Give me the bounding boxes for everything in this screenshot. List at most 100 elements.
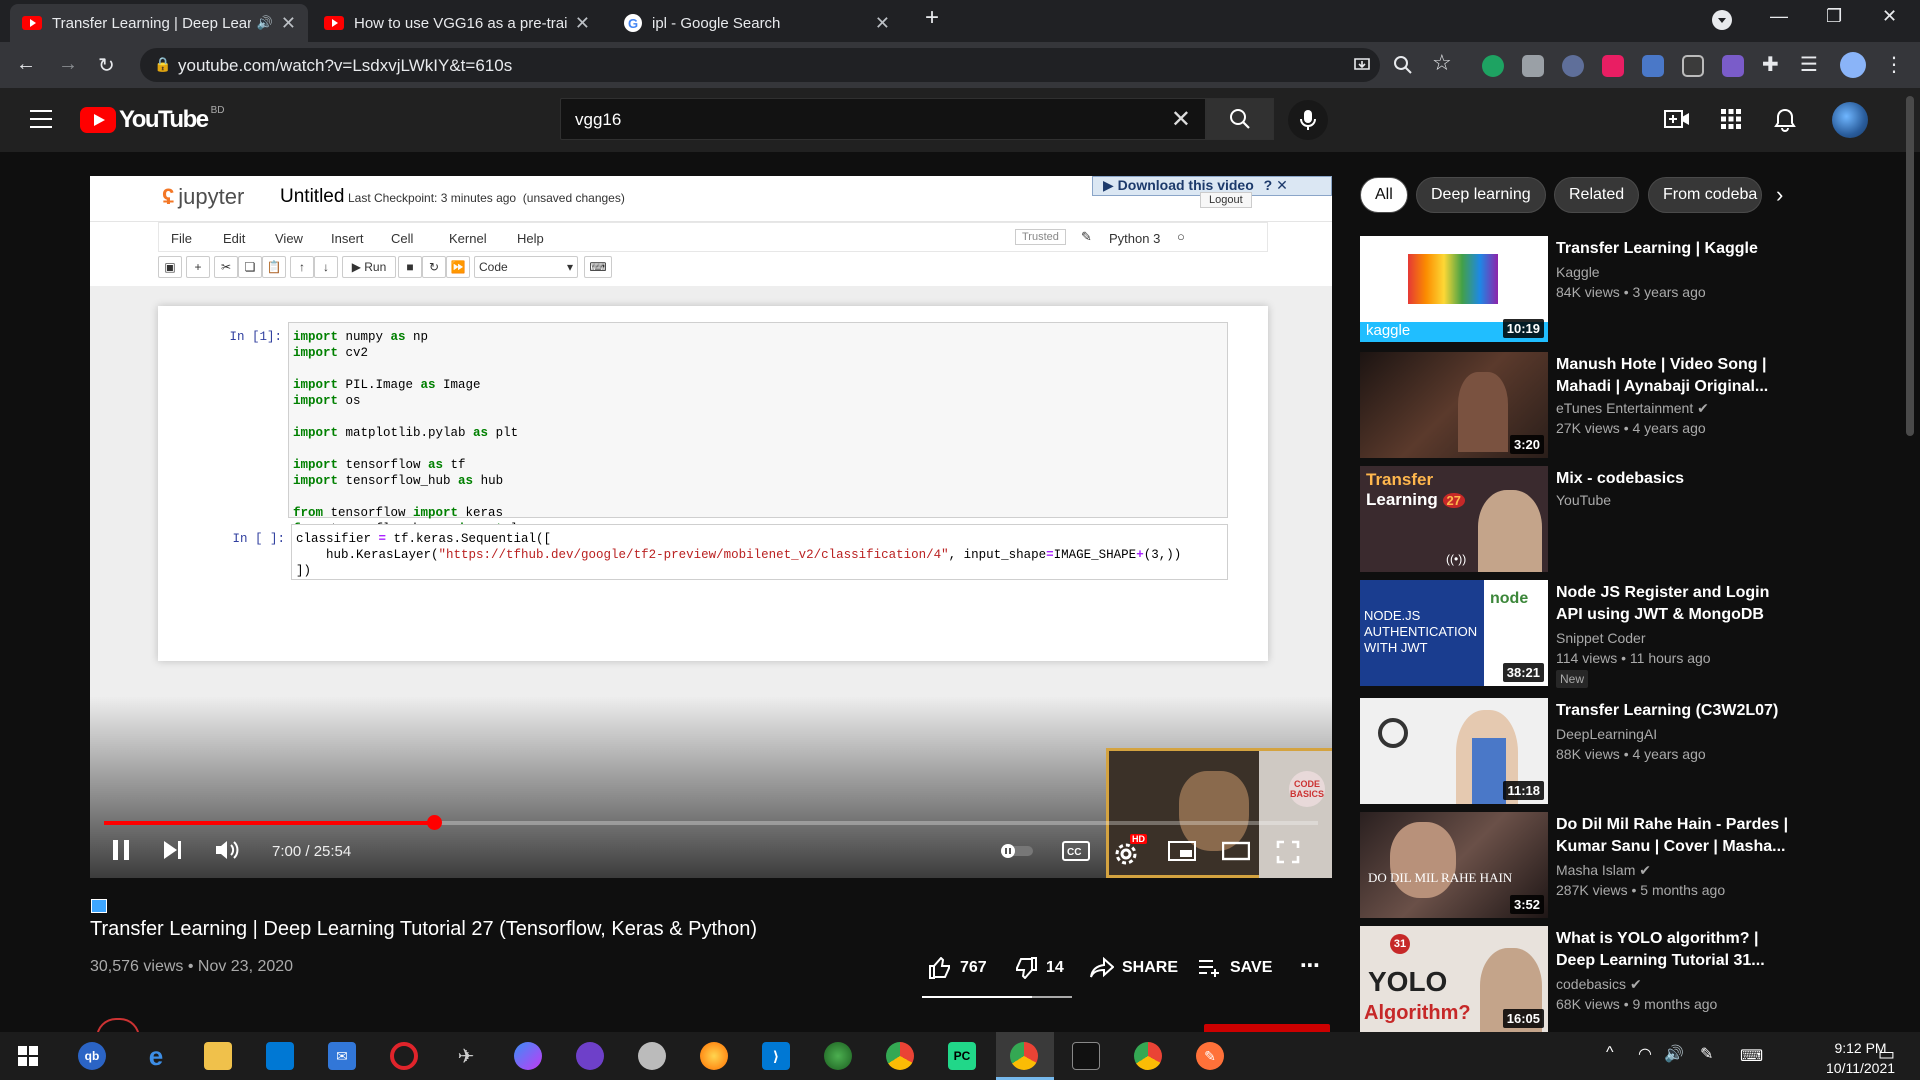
recommendation-item[interactable]: Transfer Learning 27 ((•)) Mix - codebasi… — [1360, 466, 1880, 574]
volume-icon[interactable] — [214, 838, 240, 862]
address-bar[interactable]: 🔒 youtube.com/watch?v=LsdxvjLWkIY&t=610s — [140, 48, 1380, 82]
autoplay-toggle-icon[interactable] — [1000, 844, 1034, 858]
chrome-icon[interactable] — [1010, 1042, 1038, 1070]
chrome-icon[interactable] — [1134, 1042, 1162, 1070]
back-icon[interactable]: ← — [16, 53, 36, 76]
app-icon[interactable]: ✈ — [452, 1042, 480, 1070]
recommendation-item[interactable]: 3:20 Manush Hote | Video Song | Mahadi |… — [1360, 352, 1880, 460]
search-input[interactable]: vgg16 ✕ — [560, 98, 1206, 140]
clear-search-icon[interactable]: ✕ — [1171, 105, 1191, 134]
restore-icon[interactable]: ❐ — [1826, 6, 1842, 27]
action-center-icon[interactable]: ▭ — [1878, 1044, 1895, 1065]
recommendation-item[interactable]: DO DIL MIL RAHE HAIN 3:52 Do Dil Mil Rah… — [1360, 812, 1880, 920]
fullscreen-icon[interactable] — [1276, 840, 1300, 864]
recommendation-item[interactable]: 31 YOLO Algorithm? 16:05 What is YOLO al… — [1360, 926, 1880, 1034]
channel-name[interactable]: eTunes Entertainment ✔ — [1556, 400, 1709, 417]
video-thumbnail[interactable]: 31 YOLO Algorithm? 16:05 — [1360, 926, 1548, 1032]
install-icon[interactable] — [1352, 56, 1372, 74]
reading-list-icon[interactable]: ☰ — [1800, 52, 1818, 77]
tab-search-icon[interactable] — [1712, 10, 1732, 30]
volume-tray-icon[interactable]: 🔊 — [1664, 1044, 1684, 1064]
dislike-button[interactable]: 14 — [1014, 957, 1064, 979]
chrome-menu-icon[interactable]: ⋮ — [1884, 52, 1904, 77]
video-thumbnail[interactable]: DO DIL MIL RAHE HAIN 3:52 — [1360, 812, 1548, 918]
channel-name[interactable]: Masha Islam ✔ — [1556, 862, 1651, 879]
video-thumbnail[interactable]: Transfer Learning 27 ((•)) — [1360, 466, 1548, 572]
chip-all[interactable]: All — [1360, 177, 1408, 213]
help-icon[interactable]: ? — [1264, 177, 1273, 193]
app-icon[interactable] — [824, 1042, 852, 1070]
extension-icon[interactable] — [1562, 55, 1584, 77]
like-button[interactable]: 767 — [928, 957, 987, 979]
bookmark-star-icon[interactable]: ☆ — [1432, 50, 1452, 76]
zoom-icon[interactable] — [1393, 55, 1413, 75]
channel-name[interactable]: YouTube — [1556, 492, 1611, 508]
video-thumbnail[interactable]: NODE.JS AUTHENTICATION WITH JWT node 38:21 — [1360, 580, 1548, 686]
channel-name[interactable]: Snippet Coder — [1556, 630, 1646, 646]
notifications-bell-icon[interactable] — [1774, 108, 1796, 132]
create-video-icon[interactable] — [1664, 108, 1690, 130]
close-tab-icon[interactable]: ✕ — [575, 13, 590, 34]
video-progress-bar[interactable] — [104, 815, 1318, 830]
minimize-icon[interactable]: — — [1770, 6, 1788, 27]
profile-avatar[interactable] — [1840, 52, 1866, 78]
chip-deep-learning[interactable]: Deep learning — [1416, 177, 1546, 213]
camera-extension-icon[interactable] — [1522, 55, 1544, 77]
mail-icon[interactable]: ✉ — [328, 1042, 356, 1070]
more-actions-icon[interactable]: ⋯ — [1300, 953, 1320, 978]
new-tab-icon[interactable]: + — [925, 4, 939, 32]
lock-icon[interactable]: 🔒 — [154, 56, 171, 73]
windows-start-icon[interactable] — [18, 1046, 38, 1066]
firefox-icon[interactable] — [700, 1042, 728, 1070]
video-thumbnail[interactable]: kaggle 10:19 — [1360, 236, 1548, 342]
reload-icon[interactable]: ↻ — [98, 53, 115, 78]
channel-name[interactable]: Kaggle — [1556, 264, 1600, 280]
youtube-logo[interactable]: YouTube BD — [80, 105, 225, 134]
pycharm-icon[interactable]: PC — [948, 1042, 976, 1070]
audio-playing-icon[interactable]: 🔊 — [257, 15, 273, 31]
close-tab-icon[interactable]: ✕ — [875, 13, 890, 34]
opera-icon[interactable] — [390, 1042, 418, 1070]
theater-mode-icon[interactable] — [1222, 840, 1250, 862]
file-explorer-icon[interactable] — [204, 1042, 232, 1070]
save-button[interactable]: SAVE — [1198, 957, 1272, 979]
github-icon[interactable] — [576, 1042, 604, 1070]
tab-vgg16[interactable]: How to use VGG16 as a pre-train ✕ — [312, 4, 602, 42]
apps-grid-icon[interactable] — [1720, 108, 1742, 130]
pen-extension-icon[interactable] — [1722, 55, 1744, 77]
scrubber-handle[interactable] — [426, 815, 442, 830]
app-icon[interactable]: ✎ — [1196, 1042, 1224, 1070]
search-button[interactable] — [1206, 98, 1274, 140]
channel-name[interactable]: DeepLearningAI — [1556, 726, 1657, 742]
app-icon[interactable] — [638, 1042, 666, 1070]
store-icon[interactable] — [266, 1042, 294, 1070]
video-player[interactable]: ʢ jupyter Untitled Last Checkpoint: 3 min… — [90, 176, 1332, 878]
tab-transfer-learning[interactable]: Transfer Learning | Deep Lear 🔊 ✕ — [10, 4, 308, 42]
tab-ipl-google[interactable]: G ipl - Google Search ✕ — [612, 4, 902, 42]
recommendation-item[interactable]: 11:18 Transfer Learning (C3W2L07) DeepLe… — [1360, 698, 1880, 806]
play-extension-icon[interactable] — [1602, 55, 1624, 77]
pause-icon[interactable] — [110, 838, 132, 862]
chrome-icon[interactable] — [886, 1042, 914, 1070]
terminal-icon[interactable] — [1072, 1042, 1100, 1070]
chevron-right-icon[interactable]: › — [1776, 182, 1783, 208]
close-banner-icon[interactable]: ✕ — [1276, 177, 1288, 193]
hamburger-menu-icon[interactable] — [30, 110, 52, 128]
messenger-icon[interactable] — [514, 1042, 542, 1070]
chip-related[interactable]: Related — [1554, 177, 1640, 213]
edge-icon[interactable]: e — [142, 1041, 170, 1071]
miniplayer-icon[interactable] — [1168, 840, 1196, 862]
page-scrollbar[interactable] — [1906, 96, 1914, 436]
share-button[interactable]: SHARE — [1090, 957, 1178, 979]
chip-from-codebasics[interactable]: From codeba — [1648, 177, 1762, 213]
tray-chevron-up-icon[interactable]: ^ — [1606, 1044, 1614, 1062]
forward-icon[interactable]: → — [58, 53, 78, 76]
voice-search-button[interactable] — [1288, 100, 1328, 140]
video-thumbnail[interactable]: 11:18 — [1360, 698, 1548, 804]
next-video-icon[interactable] — [162, 838, 184, 862]
account-avatar[interactable] — [1832, 102, 1868, 138]
grammarly-extension-icon[interactable] — [1482, 55, 1504, 77]
captions-icon[interactable]: CC — [1062, 840, 1090, 862]
keyboard-tray-icon[interactable]: ⌨ — [1740, 1046, 1763, 1066]
close-tab-icon[interactable]: ✕ — [281, 13, 296, 34]
